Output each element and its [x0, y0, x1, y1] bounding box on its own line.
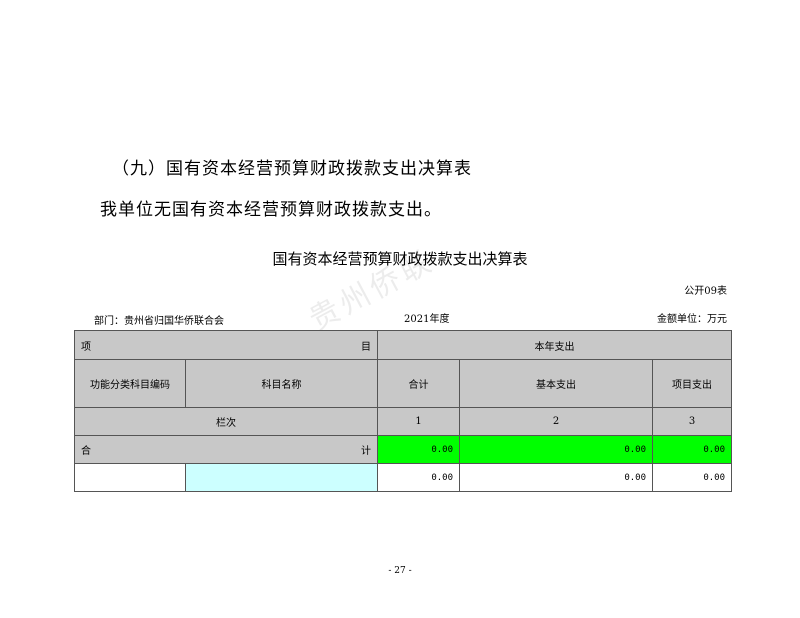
header-item-cell: 项 目 — [74, 330, 378, 360]
department-label: 部门：贵州省归国华侨联合会 — [94, 316, 224, 327]
total-label-cell: 合 计 — [74, 435, 378, 464]
header-row-1: 项 目 本年支出 — [74, 330, 733, 360]
row-project: 0.00 — [651, 463, 733, 492]
header-current-year: 本年支出 — [376, 330, 733, 360]
body-text: 我单位无国有资本经营预算财政拨款支出。 — [100, 200, 442, 220]
total-project: 0.00 — [651, 435, 733, 464]
row-subject-name[interactable] — [185, 463, 378, 492]
header-project: 项目支出 — [651, 359, 733, 408]
column-1: 1 — [377, 407, 460, 436]
column-3: 3 — [651, 407, 733, 436]
total-row: 合 计 0.00 0.00 0.00 — [74, 435, 733, 464]
row-basic: 0.00 — [459, 463, 653, 492]
total-label-left: 合 — [81, 446, 91, 457]
header-item-right: 目 — [361, 341, 371, 353]
row-func-code[interactable] — [74, 463, 186, 492]
expenditure-table: 项 目 本年支出 功能分类科目编码 科目名称 合计 基本支出 项目支出 栏次 1… — [74, 330, 733, 492]
form-code: 公开09表 — [684, 286, 727, 297]
table-row: 0.00 0.00 0.00 — [74, 463, 733, 492]
section-heading: （九）国有资本经营预算财政拨款支出决算表 — [112, 159, 472, 179]
column-number-row: 栏次 1 2 3 — [74, 407, 733, 436]
total-sum: 0.00 — [377, 435, 460, 464]
row-total: 0.00 — [377, 463, 460, 492]
header-basic: 基本支出 — [459, 359, 653, 408]
unit-label: 金额单位：万元 — [657, 314, 727, 325]
page-number: - 27 - — [388, 566, 412, 576]
total-label-right: 计 — [361, 446, 371, 457]
header-total: 合计 — [377, 359, 460, 408]
header-item-left: 项 — [81, 341, 91, 353]
total-basic: 0.00 — [459, 435, 653, 464]
header-row-2: 功能分类科目编码 科目名称 合计 基本支出 项目支出 — [74, 359, 733, 408]
year-label: 2021年度 — [404, 314, 450, 325]
header-subject-name: 科目名称 — [185, 359, 378, 408]
column-label: 栏次 — [74, 407, 378, 436]
header-func-code: 功能分类科目编码 — [74, 359, 186, 408]
column-2: 2 — [459, 407, 653, 436]
